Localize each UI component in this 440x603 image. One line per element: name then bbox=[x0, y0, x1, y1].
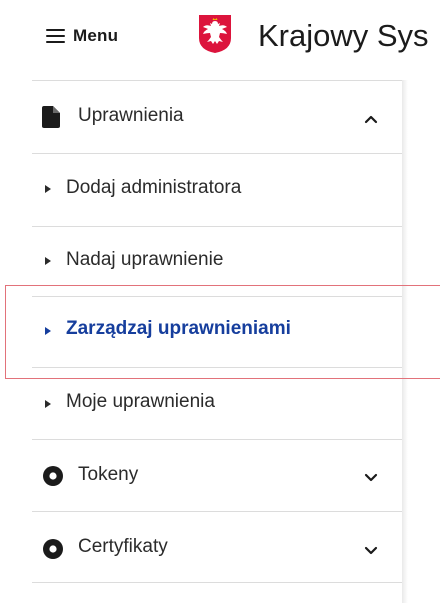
divider bbox=[32, 582, 402, 583]
sidebar-item-dodaj-administratora[interactable]: Dodaj administratora bbox=[32, 154, 402, 226]
bullet-icon bbox=[45, 257, 51, 265]
app-title: Krajowy Sys bbox=[258, 18, 429, 53]
bullet-icon bbox=[45, 185, 51, 193]
polish-eagle-emblem-icon bbox=[199, 15, 231, 53]
chevron-down-icon[interactable] bbox=[362, 472, 380, 484]
sidebar-section-certyfikaty[interactable]: Certyfikaty bbox=[32, 512, 402, 584]
sidebar-section-label: Uprawnienia bbox=[78, 105, 184, 126]
sidebar-item-label: Moje uprawnienia bbox=[66, 391, 215, 412]
sidebar-item-label: Dodaj administratora bbox=[66, 177, 242, 198]
sidebar-section-tokeny[interactable]: Tokeny bbox=[32, 440, 402, 512]
hamburger-icon bbox=[46, 29, 65, 44]
active-item-highlight bbox=[5, 285, 440, 379]
sidebar-item-label: Nadaj uprawnienie bbox=[66, 249, 224, 270]
circle-dot-icon bbox=[43, 539, 63, 559]
document-icon bbox=[42, 106, 60, 128]
menu-button[interactable]: Menu bbox=[46, 22, 118, 50]
bullet-icon bbox=[45, 400, 51, 408]
top-header: Menu Krajowy Sys bbox=[0, 0, 440, 80]
chevron-down-icon[interactable] bbox=[362, 545, 380, 557]
circle-dot-icon bbox=[43, 466, 63, 486]
menu-label: Menu bbox=[73, 26, 119, 45]
sidebar-section-label: Tokeny bbox=[78, 464, 139, 485]
sidebar-section-label: Certyfikaty bbox=[78, 536, 168, 557]
chevron-up-icon[interactable] bbox=[362, 113, 380, 125]
sidebar-section-uprawnienia[interactable]: Uprawnienia bbox=[32, 81, 402, 153]
